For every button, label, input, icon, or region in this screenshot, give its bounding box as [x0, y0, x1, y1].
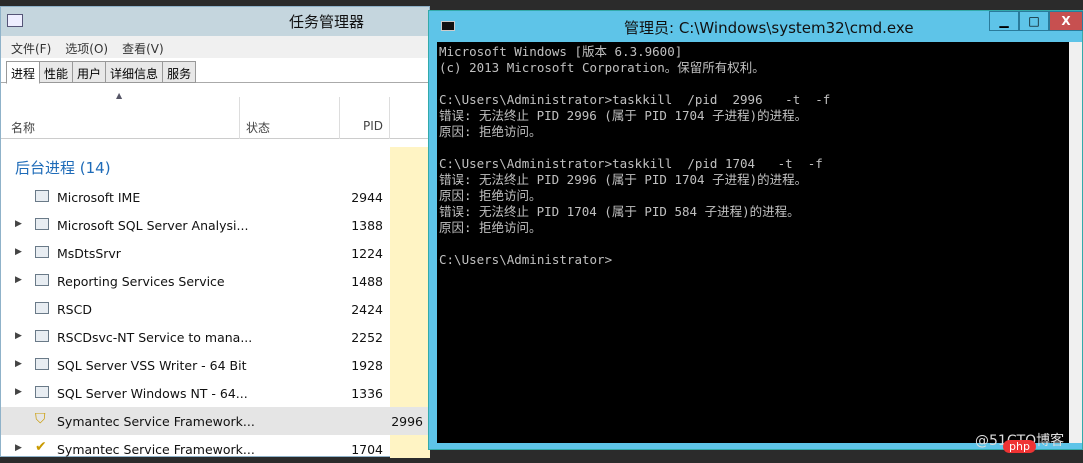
console-line: (c) 2013 Microsoft Corporation。保留所有权利。 [439, 60, 765, 75]
process-name: RSCDsvc-NT Service to mana... [57, 330, 253, 345]
console-line: 错误: 无法终止 PID 2996 (属于 PID 1704 子进程)的进程。 [439, 108, 808, 123]
process-row[interactable]: ▶ Microsoft SQL Server Analysi... 1388 [1, 211, 390, 239]
tab-performance[interactable]: 性能 [39, 61, 74, 83]
expand-icon[interactable]: ▶ [15, 443, 22, 453]
process-name: Symantec Service Framework... [57, 414, 255, 429]
process-pid: 2944 [351, 190, 383, 205]
shield-icon: ⛉ [35, 411, 46, 427]
expand-icon[interactable]: ▶ [15, 359, 22, 369]
window-icon [35, 386, 49, 398]
console-line: 错误: 无法终止 PID 2996 (属于 PID 1704 子进程)的进程。 [439, 172, 808, 187]
process-row[interactable]: Microsoft IME 2944 [1, 183, 390, 211]
shield-check-icon: ✔ [35, 439, 47, 455]
menu-file[interactable]: 文件(F) [11, 40, 51, 56]
menu-view[interactable]: 查看(V) [122, 40, 164, 56]
process-row[interactable]: ▶ ✔ Symantec Service Framework... 1704 [1, 435, 390, 463]
sort-up-icon: ▲ [116, 91, 123, 100]
group-header: 后台进程 (14) [15, 159, 111, 177]
tab-processes[interactable]: 进程 [6, 61, 41, 84]
tab-services[interactable]: 服务 [162, 61, 197, 83]
expand-icon[interactable]: ▶ [15, 387, 22, 397]
task-manager-window: 任务管理器 文件(F) 选项(O) 查看(V) 进程 性能 用户 详细信息 服务… [0, 6, 430, 458]
console-line: 原因: 拒绝访问。 [439, 124, 542, 139]
window-icon [35, 190, 49, 202]
process-pid: 1488 [351, 274, 383, 289]
php-logo: php [1003, 440, 1036, 453]
expand-icon[interactable]: ▶ [15, 331, 22, 341]
window-icon [35, 330, 49, 342]
console-line: 错误: 无法终止 PID 1704 (属于 PID 584 子进程)的进程。 [439, 204, 800, 219]
column-header: ▲ 名称 状态 PID [1, 83, 429, 139]
process-name: Symantec Service Framework... [57, 442, 255, 457]
process-pid: 1336 [351, 386, 383, 401]
window-icon [35, 302, 49, 314]
process-pid: 2252 [351, 330, 383, 345]
window-icon [35, 358, 49, 370]
column-status[interactable]: 状态 [246, 119, 270, 136]
cmd-title-bar: 管理员: C:\Windows\system32\cmd.exe ▁ □ X [429, 11, 1083, 41]
column-pid[interactable]: PID [363, 119, 383, 133]
process-row[interactable]: ▶ SQL Server Windows NT - 64... 1336 [1, 379, 390, 407]
console-line: C:\Users\Administrator>taskkill /pid 299… [439, 92, 831, 107]
process-pid: 1704 [351, 442, 383, 457]
process-row[interactable]: ▶ SQL Server VSS Writer - 64 Bit 1928 [1, 351, 390, 379]
process-name: SQL Server VSS Writer - 64 Bit [57, 358, 247, 373]
console-line: C:\Users\Administrator> [439, 252, 613, 267]
process-pid: 2424 [351, 302, 383, 317]
maximize-button[interactable]: □ [1019, 11, 1049, 31]
process-name: MsDtsSrvr [57, 246, 121, 261]
process-pid: 1928 [351, 358, 383, 373]
window-icon [35, 274, 49, 286]
expand-icon[interactable]: ▶ [15, 275, 22, 285]
process-row[interactable]: ⛉ Symantec Service Framework... 2996 [1, 407, 430, 435]
console-line: Microsoft Windows [版本 6.3.9600] [439, 44, 683, 59]
column-name[interactable]: 名称 [11, 119, 35, 136]
process-name: Reporting Services Service [57, 274, 225, 289]
menu-bar: 文件(F) 选项(O) 查看(V) [1, 36, 429, 58]
window-title: 任务管理器 [289, 13, 365, 31]
process-name: RSCD [57, 302, 92, 317]
process-pid: 2996 [391, 414, 423, 429]
console-line: 原因: 拒绝访问。 [439, 220, 542, 235]
tab-details[interactable]: 详细信息 [105, 61, 164, 83]
close-button[interactable]: X [1049, 11, 1083, 31]
task-manager-icon [7, 14, 23, 27]
scrollbar[interactable] [1069, 42, 1082, 443]
expand-icon[interactable]: ▶ [15, 247, 22, 257]
process-row[interactable]: ▶ Reporting Services Service 1488 [1, 267, 390, 295]
process-pid: 1224 [351, 246, 383, 261]
tab-users[interactable]: 用户 [72, 61, 107, 83]
cmd-window: 管理员: C:\Windows\system32\cmd.exe ▁ □ X M… [428, 10, 1083, 450]
cmd-icon [441, 21, 455, 31]
minimize-button[interactable]: ▁ [989, 11, 1019, 31]
window-icon [35, 218, 49, 230]
console-line: C:\Users\Administrator>taskkill /pid 170… [439, 156, 823, 171]
process-row[interactable]: ▶ RSCDsvc-NT Service to mana... 2252 [1, 323, 390, 351]
cmd-title: 管理员: C:\Windows\system32\cmd.exe [624, 19, 914, 37]
process-row[interactable]: ▶ MsDtsSrvr 1224 [1, 239, 390, 267]
process-pid: 1388 [351, 218, 383, 233]
process-name: Microsoft SQL Server Analysi... [57, 218, 249, 233]
menu-options[interactable]: 选项(O) [65, 40, 108, 56]
process-row[interactable]: RSCD 2424 [1, 295, 390, 323]
window-icon [35, 246, 49, 258]
console-output[interactable]: Microsoft Windows [版本 6.3.9600] (c) 2013 … [437, 42, 1069, 443]
expand-icon[interactable]: ▶ [15, 219, 22, 229]
process-name: SQL Server Windows NT - 64... [57, 386, 248, 401]
title-bar: 任务管理器 [1, 7, 429, 36]
tab-bar: 进程 性能 用户 详细信息 服务 [1, 58, 429, 84]
console-line: 原因: 拒绝访问。 [439, 188, 542, 203]
process-name: Microsoft IME [57, 190, 141, 205]
